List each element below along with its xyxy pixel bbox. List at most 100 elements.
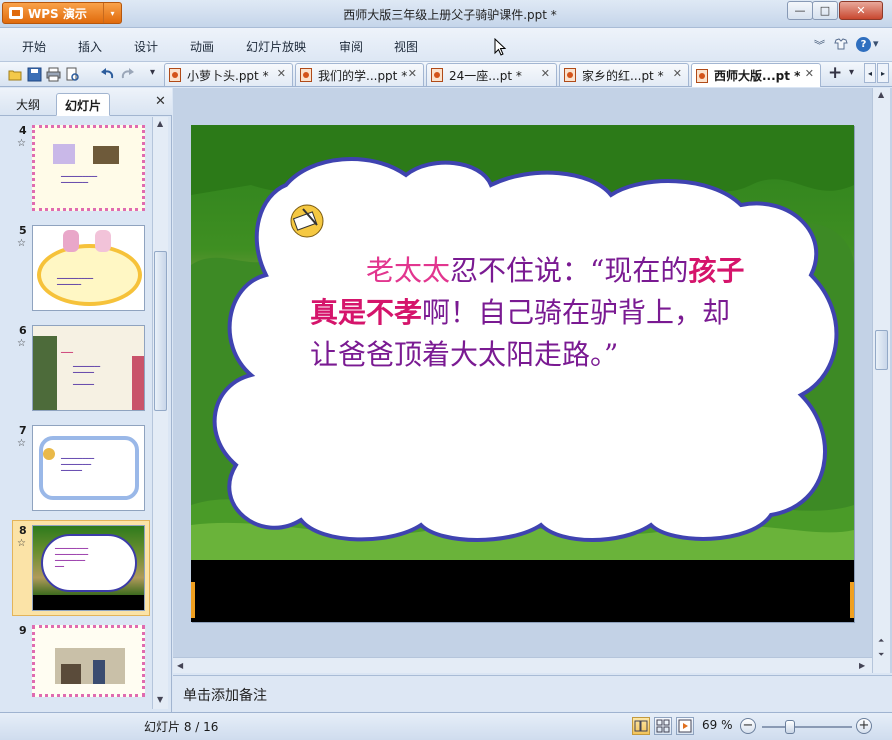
minimize-button[interactable]: —	[787, 1, 813, 20]
tab-close-icon[interactable]: ✕	[805, 67, 814, 80]
toolbar-dropdown-icon[interactable]: ▾	[150, 67, 155, 78]
menu-view[interactable]: 视图	[394, 38, 418, 55]
tab-list-dropdown-icon[interactable]: ▾	[849, 67, 854, 78]
status-bar: 幻灯片 8 / 16 69 % − +	[0, 712, 892, 740]
thumb-image	[63, 230, 79, 252]
zoom-slider-track[interactable]	[762, 726, 852, 728]
tab-label: 西师大版...pt *	[714, 69, 801, 83]
quick-access-toolbar: ▾ 小萝卜头.ppt * ✕ 我们的学...ppt * ✕ 24一座...pt …	[0, 62, 892, 87]
normal-view-icon	[634, 720, 648, 732]
slideshow-icon	[678, 719, 692, 733]
notes-placeholder[interactable]: 单击添加备注	[183, 685, 267, 705]
slide-thumbnail-7[interactable]: ━━━━━━━━━━━ ━━━━━━━━━━ ━━━━━━━	[32, 425, 145, 511]
text-segment: 忍不住说：“现在的	[450, 254, 689, 287]
tab-label: 小萝卜头.ppt *	[187, 68, 269, 83]
menu-animation[interactable]: 动画	[190, 38, 214, 55]
shirt-icon[interactable]	[834, 38, 848, 50]
thumb-number: 6	[19, 324, 27, 337]
slide-body-text[interactable]: 老太太忍不住说：“现在的孩子真是不孝啊！自己骑在驴背上，却让爸爸顶着大太阳走路。…	[310, 250, 750, 376]
redo-icon[interactable]	[120, 67, 135, 82]
thumb-image	[95, 230, 111, 252]
slide-sorter-icon	[656, 719, 670, 733]
ppt-file-icon	[431, 68, 443, 82]
close-button[interactable]: ✕	[839, 1, 883, 20]
thumb-image	[43, 448, 55, 460]
slide-counter: 幻灯片 8 / 16	[144, 720, 219, 734]
tab-slides[interactable]: 幻灯片	[56, 93, 111, 116]
app-menu-dropdown-icon[interactable]: ▾	[103, 3, 121, 23]
tab-document-4[interactable]: 家乡的红...pt * ✕	[559, 63, 689, 86]
tab-outline[interactable]: 大纲	[8, 93, 48, 116]
tab-scroll-left-icon[interactable]: ◂	[864, 63, 876, 83]
scroll-left-icon[interactable]: ◀	[177, 661, 183, 670]
tab-label: 我们的学...ppt *	[318, 68, 408, 83]
zoom-out-button[interactable]: −	[740, 718, 756, 734]
print-icon[interactable]	[46, 67, 61, 82]
open-icon[interactable]	[8, 67, 23, 82]
tab-document-3[interactable]: 24一座...pt * ✕	[426, 63, 557, 86]
scroll-up-icon[interactable]: ▲	[878, 90, 884, 99]
slide-thumbnail-8[interactable]: ━━━━━━━━━━━ ━━━━━━━━━━━ ━━━━━━━━━━ ━━━	[32, 525, 145, 611]
undo-icon[interactable]	[100, 67, 115, 82]
animation-star-icon: ☆	[17, 438, 26, 449]
menu-insert[interactable]: 插入	[78, 38, 102, 55]
slide-editing-area: 老太太忍不住说：“现在的孩子真是不孝啊！自己骑在驴背上，却让爸爸顶着大太阳走路。…	[173, 88, 892, 673]
tab-document-2[interactable]: 我们的学...ppt * ✕	[295, 63, 424, 86]
ppt-file-icon	[300, 68, 312, 82]
tab-scroll-right-icon[interactable]: ▸	[877, 63, 889, 83]
thumb-text-lines: ━━━━━━━━━━━ ━━━━━━━━━━ ━━━━━━━	[61, 456, 95, 474]
thumb-text-lines: ━━━━━━━━━━━━ ━━━━━━━━	[57, 276, 94, 288]
new-tab-button[interactable]: +	[828, 63, 842, 83]
wps-logo-icon	[9, 7, 23, 19]
slides-panel-scrollbar[interactable]: ▲ ▼	[152, 117, 168, 709]
menu-design[interactable]: 设计	[134, 38, 158, 55]
tab-close-icon[interactable]: ✕	[277, 67, 286, 80]
save-icon[interactable]	[27, 67, 42, 82]
scroll-up-icon[interactable]: ▲	[157, 119, 163, 128]
tab-close-icon[interactable]: ✕	[541, 67, 550, 80]
next-slide-icon[interactable]: ⏷	[878, 650, 884, 660]
scroll-right-icon[interactable]: ▶	[859, 661, 865, 670]
slide-thumbnail-6[interactable]: ━━━━ ━━━━━━━━━ ━━━━━━━ ━━━━━━━	[32, 325, 145, 411]
slide-area-hscrollbar[interactable]: ◀ ▶	[173, 657, 872, 673]
animation-star-icon: ☆	[17, 238, 26, 249]
thumb-number: 4	[19, 124, 27, 137]
print-preview-icon[interactable]	[65, 67, 80, 82]
maximize-button[interactable]: □	[812, 1, 838, 20]
scrollbar-thumb[interactable]	[154, 251, 167, 411]
menu-slideshow[interactable]: 幻灯片放映	[246, 38, 306, 55]
slideshow-view-button[interactable]	[676, 717, 694, 735]
scrollbar-thumb[interactable]	[875, 330, 888, 370]
tab-label: 24一座...pt *	[449, 68, 522, 83]
thumb-number: 8	[19, 524, 27, 537]
tab-close-icon[interactable]: ✕	[673, 67, 682, 80]
help-icon[interactable]: ?	[856, 37, 871, 52]
notes-pane[interactable]: 单击添加备注	[173, 675, 892, 711]
previous-slide-icon[interactable]: ⏶	[878, 636, 884, 646]
wps-app-menu-button[interactable]: WPS 演示 ▾	[2, 2, 122, 24]
help-dropdown-icon[interactable]: ▾	[873, 37, 879, 50]
slide-sorter-view-button[interactable]	[654, 717, 672, 735]
tab-document-1[interactable]: 小萝卜头.ppt * ✕	[164, 63, 293, 86]
mouse-cursor-icon	[494, 38, 507, 56]
panel-close-icon[interactable]: ✕	[155, 94, 166, 109]
current-slide[interactable]: 老太太忍不住说：“现在的孩子真是不孝啊！自己骑在驴背上，却让爸爸顶着大太阳走路。…	[191, 125, 854, 622]
thumb-image	[61, 664, 81, 684]
slide-area-scrollbar[interactable]: ▲ ⏶ ⏷	[872, 88, 890, 673]
slide-thumbnail-9[interactable]	[32, 625, 145, 697]
tab-document-active[interactable]: 西师大版...pt * ✕	[691, 63, 821, 87]
ribbon-menu-bar: 开始 插入 设计 动画 幻灯片放映 审阅 视图 ︾ ▾	[0, 28, 892, 62]
zoom-in-button[interactable]: +	[856, 718, 872, 734]
menu-home[interactable]: 开始	[22, 38, 46, 55]
slide-thumbnail-5[interactable]: ━━━━━━━━━━━━ ━━━━━━━━	[32, 225, 145, 311]
slide-thumbnail-4[interactable]: ━━━━━━━━━━━━ ━━━━━━━━━	[32, 125, 145, 211]
zoom-level[interactable]: 69 %	[702, 718, 733, 732]
scroll-down-icon[interactable]: ▼	[157, 695, 163, 704]
tab-close-icon[interactable]: ✕	[408, 67, 417, 80]
zoom-slider-handle[interactable]	[785, 720, 795, 734]
chevron-down-icon[interactable]: ︾	[814, 37, 825, 53]
animation-star-icon: ☆	[17, 138, 26, 149]
normal-view-button[interactable]	[632, 717, 650, 735]
menu-review[interactable]: 审阅	[339, 38, 363, 55]
tab-label: 家乡的红...pt *	[582, 68, 664, 83]
